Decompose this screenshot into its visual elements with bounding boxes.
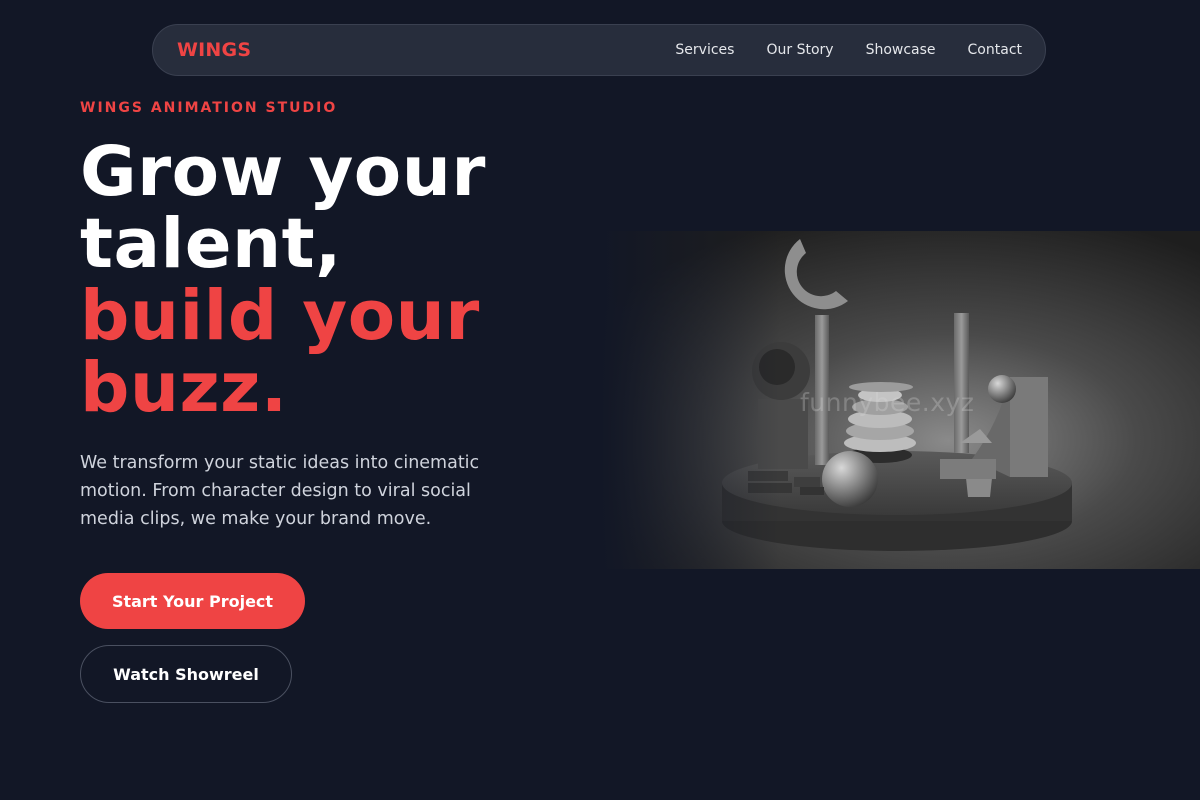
landing-page: WINGS Services Our Story Showcase Contac… xyxy=(0,0,1200,800)
headline-line-4: buzz. xyxy=(80,348,288,428)
image-watermark: funnybee.xyz xyxy=(800,388,975,417)
headline-line-1: Grow your xyxy=(80,132,486,212)
headline-line-3: build your xyxy=(80,276,480,356)
nav-link-services[interactable]: Services xyxy=(675,42,734,58)
top-navbar: WINGS Services Our Story Showcase Contac… xyxy=(152,24,1046,76)
watch-showreel-button[interactable]: Watch Showreel xyxy=(80,645,292,703)
hero-eyebrow: WINGS ANIMATION STUDIO xyxy=(80,100,338,116)
brand-logo[interactable]: WINGS xyxy=(177,39,251,61)
headline-line-2: talent, xyxy=(80,204,342,284)
nav-link-showcase[interactable]: Showcase xyxy=(866,42,936,58)
nav-link-our-story[interactable]: Our Story xyxy=(766,42,833,58)
nav-link-contact[interactable]: Contact xyxy=(968,42,1022,58)
hero-3d-render-image: funnybee.xyz xyxy=(600,231,1200,569)
start-project-button[interactable]: Start Your Project xyxy=(80,573,305,629)
hero-headline: Grow your talent, build your buzz. xyxy=(80,136,486,424)
nav-links: Services Our Story Showcase Contact xyxy=(675,42,1022,58)
hero-description: We transform your static ideas into cine… xyxy=(80,453,480,529)
